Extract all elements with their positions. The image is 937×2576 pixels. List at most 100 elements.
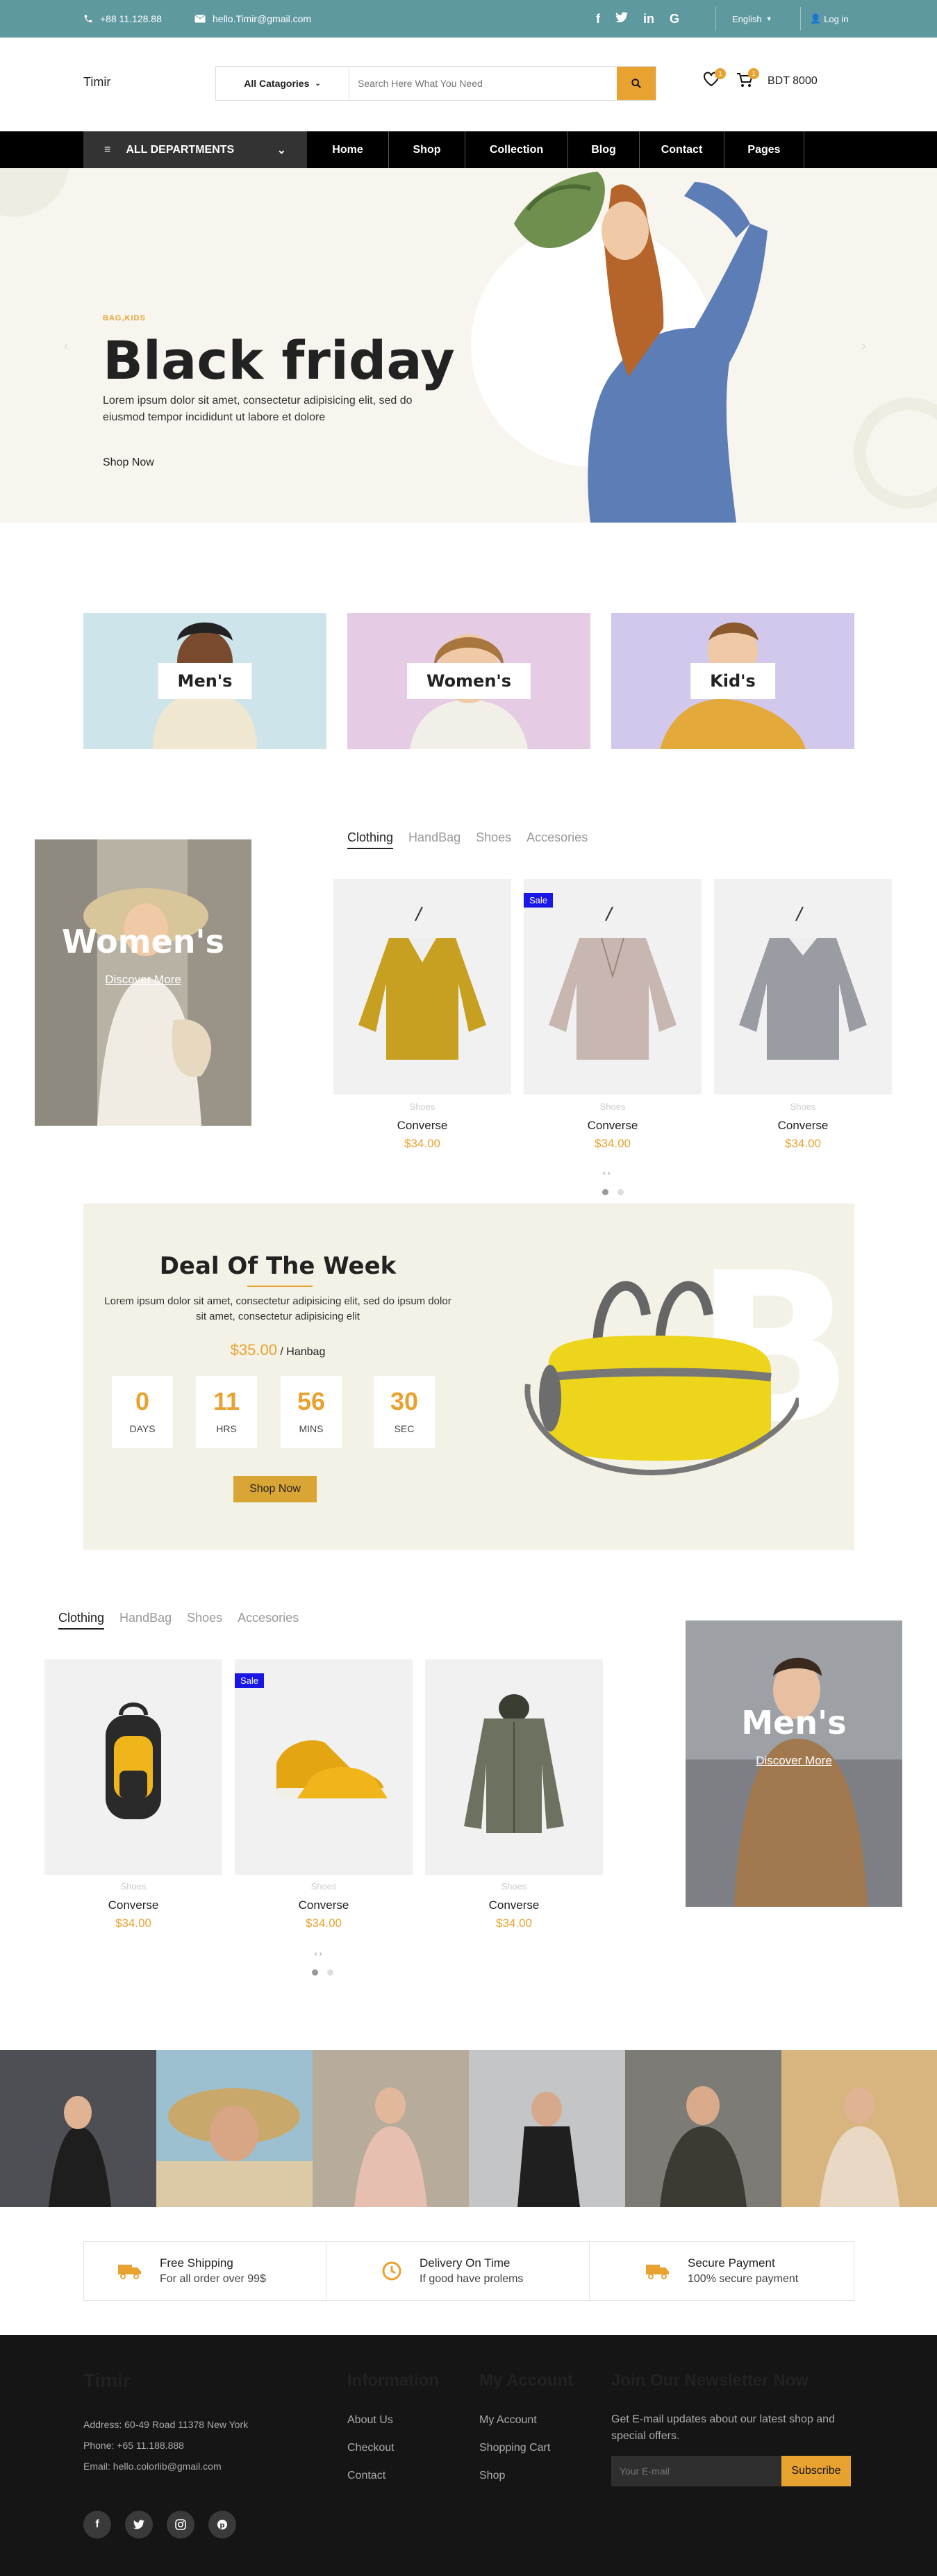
pinterest-icon[interactable]: p: [208, 2511, 236, 2538]
gallery-photo[interactable]: [156, 2050, 313, 2207]
footer-info-title: Information: [347, 2371, 439, 2390]
phone-text: +88 11.128.88: [100, 13, 162, 24]
carousel-arrows[interactable]: ‹ ›: [603, 1170, 610, 1178]
product-card[interactable]: [714, 879, 892, 1094]
nav-link-contact[interactable]: Contact: [640, 131, 724, 168]
women-discover-link[interactable]: Discover More: [35, 973, 251, 987]
product-card[interactable]: [333, 879, 511, 1094]
hero-banner: BAG,KIDS Black friday Lorem ipsum dolor …: [0, 168, 937, 523]
twitter-icon[interactable]: [615, 11, 628, 26]
hero-shop-now-link[interactable]: Shop Now: [103, 457, 154, 469]
wishlist-button[interactable]: 1: [703, 68, 726, 90]
footer-link[interactable]: Checkout: [347, 2442, 395, 2454]
product-category: Shoes: [501, 1881, 527, 1892]
language-select[interactable]: English ▼: [732, 0, 772, 38]
email-contact[interactable]: hello.Timir@gmail.com: [194, 0, 311, 38]
cart-total: BDT 8000: [768, 75, 818, 87]
timer-label: HRS: [216, 1423, 237, 1434]
cart-button[interactable]: 1: [736, 68, 759, 89]
tab-clothing[interactable]: Clothing: [347, 830, 394, 849]
gallery-photo[interactable]: [781, 2050, 937, 2207]
product-name[interactable]: Converse: [44, 1898, 222, 1912]
gallery-photo[interactable]: [313, 2050, 469, 2207]
twitter-icon[interactable]: [125, 2511, 153, 2538]
deal-title: Deal Of The Week: [159, 1252, 397, 1280]
carousel-dot[interactable]: [312, 1969, 318, 1976]
nav-link-home[interactable]: Home: [307, 131, 389, 168]
men-discover-link[interactable]: Discover More: [686, 1754, 902, 1768]
tab-accesories[interactable]: Accesories: [238, 1611, 299, 1630]
product-price: $34.00: [404, 1137, 440, 1150]
hero-text: Lorem ipsum dolor sit amet, consectetur …: [103, 395, 413, 423]
search-button[interactable]: [617, 67, 656, 100]
product-name[interactable]: Converse: [425, 1898, 603, 1912]
product-name[interactable]: Converse: [333, 1119, 511, 1133]
carousel-dot[interactable]: [602, 1189, 608, 1195]
linkedin-icon[interactable]: in: [643, 12, 654, 26]
women-banner[interactable]: Women's Discover More: [35, 839, 251, 1126]
product-card[interactable]: Sale: [524, 879, 702, 1094]
product-card[interactable]: [44, 1659, 222, 1875]
tab-clothing[interactable]: Clothing: [58, 1611, 105, 1630]
carousel-dot[interactable]: [327, 1969, 333, 1976]
gallery-photo[interactable]: [625, 2050, 781, 2207]
search-icon: [631, 79, 641, 88]
site-logo[interactable]: Timir: [83, 75, 110, 90]
facebook-icon[interactable]: f: [596, 12, 600, 26]
instagram-icon[interactable]: [167, 2511, 194, 2538]
footer-link[interactable]: Shopping Cart: [479, 2442, 550, 2454]
footer-logo[interactable]: Timir: [83, 2370, 131, 2392]
tab-handbag[interactable]: HandBag: [119, 1611, 172, 1630]
sweater-image: [549, 906, 677, 1060]
deal-shop-now-button[interactable]: Shop Now: [233, 1476, 317, 1502]
facebook-icon[interactable]: f: [83, 2511, 111, 2538]
nav-link-collection[interactable]: Collection: [465, 131, 568, 168]
user-icon: 👤: [810, 13, 822, 24]
gallery-image: [0, 2050, 156, 2207]
hero-model-image: [514, 172, 768, 523]
newsletter-email-input[interactable]: [611, 2456, 781, 2486]
handbag-image: [524, 1281, 799, 1476]
product-name[interactable]: Converse: [524, 1119, 702, 1133]
main-nav: ≡ ALL DEPARTMENTS ⌄ Home Shop Collection…: [0, 131, 937, 168]
tab-shoes[interactable]: Shoes: [187, 1611, 222, 1630]
prev-arrow-icon[interactable]: ‹: [64, 338, 69, 354]
nav-link-shop[interactable]: Shop: [389, 131, 465, 168]
category-select[interactable]: All Catagories ⌄: [216, 67, 349, 100]
carousel-arrows[interactable]: ‹ ›: [315, 1950, 322, 1958]
phone-contact[interactable]: +88 11.128.88: [83, 0, 162, 38]
nav-link-pages[interactable]: Pages: [724, 131, 804, 168]
tab-shoes[interactable]: Shoes: [476, 830, 511, 849]
subscribe-button[interactable]: Subscribe: [781, 2456, 851, 2486]
carousel-dot[interactable]: [617, 1189, 624, 1195]
deal-price: $35.00: [230, 1341, 277, 1359]
category-card-womens[interactable]: Women's: [347, 613, 590, 749]
men-banner[interactable]: Men's Discover More: [686, 1621, 902, 1907]
cart-badge: 1: [748, 68, 759, 79]
product-card[interactable]: [425, 1659, 603, 1875]
all-departments-button[interactable]: ≡ ALL DEPARTMENTS ⌄: [83, 131, 307, 168]
gallery-photo[interactable]: [469, 2050, 625, 2207]
tab-handbag[interactable]: HandBag: [408, 830, 461, 849]
product-name[interactable]: Converse: [235, 1898, 413, 1912]
gallery-image: [625, 2050, 781, 2207]
nav-link-blog[interactable]: Blog: [568, 131, 640, 168]
product-name[interactable]: Converse: [714, 1119, 892, 1133]
category-card-mens[interactable]: Men's: [83, 613, 326, 749]
tab-accesories[interactable]: Accesories: [526, 830, 588, 849]
gallery-photo[interactable]: [0, 2050, 156, 2207]
product-card[interactable]: Sale: [235, 1659, 413, 1875]
sale-badge: Sale: [524, 893, 554, 908]
footer-link[interactable]: About Us: [347, 2414, 393, 2427]
product-info: Shoes Converse $34.00: [425, 1881, 603, 1930]
product-category: Shoes: [120, 1881, 147, 1892]
footer-link[interactable]: Contact: [347, 2470, 385, 2482]
google-icon[interactable]: G: [670, 12, 679, 26]
next-arrow-icon[interactable]: ›: [861, 338, 866, 354]
footer-link[interactable]: Shop: [479, 2470, 505, 2482]
timer-label: SEC: [394, 1423, 415, 1434]
search-input[interactable]: [349, 67, 617, 100]
category-card-kids[interactable]: Kid's: [611, 613, 854, 749]
login-link[interactable]: 👤 Log in: [810, 0, 849, 38]
footer-link[interactable]: My Account: [479, 2414, 537, 2427]
